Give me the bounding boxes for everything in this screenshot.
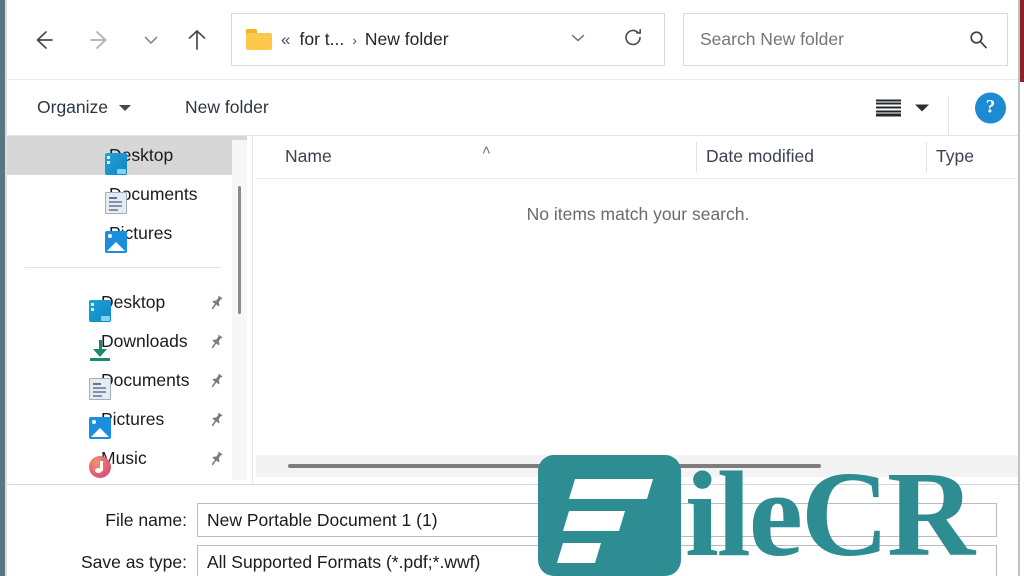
column-header-label: Type bbox=[936, 146, 974, 166]
chevron-down-icon bbox=[119, 104, 132, 111]
desktop-icon bbox=[89, 300, 111, 322]
save-options-pane: File name: New Portable Document 1 (1) S… bbox=[7, 485, 1020, 576]
empty-state-message: No items match your search. bbox=[526, 204, 750, 224]
pictures-icon bbox=[105, 231, 127, 253]
refresh-button[interactable] bbox=[622, 26, 644, 53]
pin-icon[interactable] bbox=[206, 409, 227, 431]
forward-button[interactable] bbox=[78, 18, 122, 62]
column-header-row: Name ˄ Date modified Type bbox=[256, 136, 1020, 179]
file-name-input[interactable]: New Portable Document 1 (1) bbox=[197, 503, 997, 537]
breadcrumb-current[interactable]: New folder bbox=[365, 29, 449, 50]
sidebar-item-label: Documents bbox=[101, 370, 190, 390]
column-header-label: Date modified bbox=[706, 146, 814, 166]
address-bar[interactable]: « for t... › New folder bbox=[231, 13, 665, 66]
file-name-row: File name: New Portable Document 1 (1) bbox=[7, 503, 997, 537]
window-titlebar-accent bbox=[1020, 0, 1024, 82]
search-box[interactable] bbox=[683, 13, 1008, 66]
downloads-icon bbox=[89, 339, 111, 361]
help-button[interactable]: ? bbox=[975, 92, 1006, 123]
column-header-date-modified[interactable]: Date modified bbox=[706, 136, 814, 177]
help-label: ? bbox=[985, 96, 996, 118]
new-folder-button[interactable]: New folder bbox=[185, 80, 269, 135]
chevron-down-icon bbox=[141, 30, 161, 50]
music-icon bbox=[89, 456, 111, 478]
arrow-left-icon bbox=[30, 27, 56, 53]
folder-icon bbox=[246, 29, 272, 50]
column-header-name[interactable]: Name bbox=[285, 136, 332, 177]
save-as-dialog: « for t... › New folder Search New folde… bbox=[0, 0, 1024, 576]
save-as-type-row: Save as type: All Supported Formats (*.p… bbox=[7, 545, 997, 576]
sidebar-item-quick-music[interactable]: Music bbox=[7, 439, 247, 478]
save-as-type-select[interactable]: All Supported Formats (*.pdf;*.wwf) bbox=[197, 545, 997, 576]
breadcrumb-overflow[interactable]: « bbox=[281, 31, 290, 48]
navigation-bar: « for t... › New folder bbox=[7, 0, 1020, 80]
sidebar-item-desktop[interactable]: Desktop bbox=[7, 136, 247, 175]
search-icon[interactable] bbox=[967, 29, 989, 51]
sidebar-item-label: Downloads bbox=[101, 331, 188, 351]
pin-icon[interactable] bbox=[206, 448, 227, 470]
up-button[interactable] bbox=[175, 18, 219, 62]
arrow-up-icon bbox=[184, 27, 210, 53]
window-right-border bbox=[1018, 0, 1020, 576]
desktop-icon bbox=[105, 153, 127, 175]
sort-chevron-up-icon: ˄ bbox=[482, 142, 491, 159]
sidebar-item-documents[interactable]: Documents bbox=[7, 175, 247, 214]
address-dropdown-button[interactable] bbox=[568, 27, 588, 52]
column-header-type[interactable]: Type bbox=[936, 136, 974, 177]
pin-icon[interactable] bbox=[206, 370, 227, 392]
navigation-pane: Desktop Documents Pictures Desktop Downl… bbox=[7, 136, 247, 484]
command-bar: Organize New folder ? bbox=[7, 80, 1020, 136]
sidebar-item-pictures[interactable]: Pictures bbox=[7, 214, 247, 253]
pane-separator bbox=[252, 136, 253, 484]
sidebar-item-quick-downloads[interactable]: Downloads bbox=[7, 322, 247, 361]
recent-locations-button[interactable] bbox=[129, 18, 173, 62]
toolbar-divider bbox=[948, 96, 949, 136]
sidebar-item-quick-pictures[interactable]: Pictures bbox=[7, 400, 247, 439]
window-left-inner-border bbox=[5, 0, 7, 576]
chevron-down-icon bbox=[568, 27, 588, 52]
sidebar-scrollbar-thumb[interactable] bbox=[238, 186, 241, 314]
sidebar-item-quick-desktop[interactable]: Desktop bbox=[7, 283, 247, 322]
search-input[interactable] bbox=[698, 28, 952, 51]
column-divider[interactable] bbox=[696, 142, 697, 172]
documents-icon bbox=[89, 378, 111, 400]
pictures-icon bbox=[89, 417, 111, 439]
list-view-icon[interactable] bbox=[876, 99, 901, 116]
file-list-pane: Name ˄ Date modified Type No items match… bbox=[256, 136, 1020, 484]
pin-icon[interactable] bbox=[206, 331, 227, 353]
sidebar-item-quick-documents[interactable]: Documents bbox=[7, 361, 247, 400]
pin-icon[interactable] bbox=[206, 292, 227, 314]
breadcrumb-parent[interactable]: for t... bbox=[299, 29, 344, 50]
file-name-label: File name: bbox=[105, 509, 187, 530]
sidebar-divider bbox=[25, 267, 221, 268]
view-options-chevron-down-icon[interactable] bbox=[915, 104, 929, 111]
documents-icon bbox=[105, 192, 127, 214]
back-button[interactable] bbox=[21, 18, 65, 62]
new-folder-label: New folder bbox=[185, 97, 269, 117]
breadcrumb-separator: › bbox=[352, 31, 357, 48]
organize-button[interactable]: Organize bbox=[37, 80, 132, 135]
column-header-label: Name bbox=[285, 146, 332, 166]
refresh-icon bbox=[622, 26, 644, 53]
arrow-right-icon bbox=[87, 27, 113, 53]
window-right-fill bbox=[1020, 82, 1024, 576]
horizontal-scrollbar-thumb[interactable] bbox=[288, 464, 821, 468]
column-divider[interactable] bbox=[926, 142, 927, 172]
organize-label: Organize bbox=[37, 97, 109, 117]
save-as-type-label: Save as type: bbox=[80, 551, 187, 572]
